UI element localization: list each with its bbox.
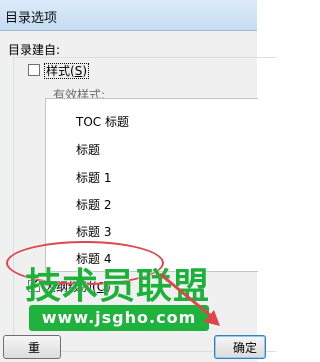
styles-checkbox-label[interactable]: 样式(S) xyxy=(44,62,89,79)
styles-checkbox[interactable] xyxy=(28,64,40,76)
ok-button[interactable]: 确定 xyxy=(214,335,266,359)
list-item[interactable]: 标题 2 xyxy=(76,196,111,213)
reset-button[interactable]: 重 xyxy=(3,335,61,359)
build-from-label: 目录建自: xyxy=(8,43,61,57)
list-item[interactable]: TOC 标题 xyxy=(76,113,129,130)
window-title: 目录选项 xyxy=(5,11,58,26)
annotation-arrow-icon xyxy=(159,272,220,326)
styles-label-text: 样式( xyxy=(46,64,75,78)
list-item[interactable]: 标题 1 xyxy=(76,169,111,186)
list-item[interactable]: 标题 3 xyxy=(76,223,111,240)
styles-label-end: ) xyxy=(82,64,87,78)
list-item[interactable]: 标题 xyxy=(76,141,100,158)
title-bar: 目录选项 xyxy=(0,0,257,31)
